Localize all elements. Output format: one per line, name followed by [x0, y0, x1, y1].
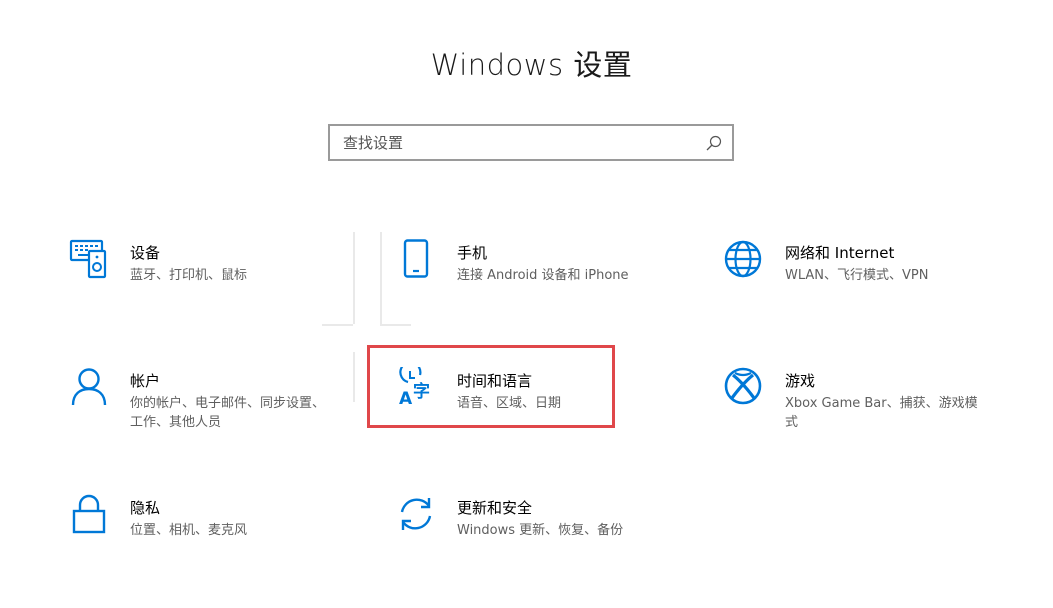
- tile-network-internet[interactable]: 网络和 Internet WLAN、飞行模式、VPN: [724, 239, 1024, 349]
- tile-title: 时间和语言: [457, 372, 533, 390]
- tile-update-security[interactable]: 更新和安全 Windows 更新、恢复、备份: [396, 494, 696, 604]
- tile-title: 设备: [130, 244, 161, 262]
- tile-time-language[interactable]: A 字 时间和语言 语音、区域、日期: [396, 367, 596, 477]
- person-icon: [69, 367, 111, 409]
- hover-divider: [353, 232, 355, 324]
- tile-description: Xbox Game Bar、捕获、游戏模式: [785, 396, 978, 430]
- devices-icon: [69, 239, 111, 281]
- phone-icon: [396, 239, 438, 281]
- tile-title: 更新和安全: [457, 499, 533, 517]
- page-title: Windows 设置: [430, 48, 633, 82]
- svg-text:A: A: [399, 389, 413, 409]
- tile-description: 语音、区域、日期: [457, 396, 562, 411]
- tile-privacy[interactable]: 隐私 位置、相机、麦克风: [69, 494, 329, 604]
- tile-title: 隐私: [130, 499, 161, 517]
- lock-icon: [69, 494, 111, 536]
- tile-phone[interactable]: 手机 连接 Android 设备和 iPhone: [396, 239, 696, 349]
- tile-devices[interactable]: 设备 蓝牙、打印机、鼠标: [69, 239, 329, 349]
- tile-accounts[interactable]: 帐户 你的帐户、电子邮件、同步设置、工作、其他人员: [69, 367, 329, 477]
- svg-text:字: 字: [413, 381, 430, 402]
- tile-title: 网络和 Internet: [785, 244, 895, 262]
- globe-icon: [724, 239, 766, 281]
- tile-title: 游戏: [785, 372, 816, 390]
- tile-description: 连接 Android 设备和 iPhone: [457, 268, 629, 283]
- tile-description: 你的帐户、电子邮件、同步设置、工作、其他人员: [130, 396, 326, 430]
- sync-icon: [396, 494, 438, 536]
- tile-description: 蓝牙、打印机、鼠标: [130, 268, 248, 283]
- tile-description: WLAN、飞行模式、VPN: [785, 268, 929, 283]
- time-language-icon: A 字: [396, 367, 438, 409]
- tile-description: 位置、相机、麦克风: [130, 523, 248, 538]
- tile-description: Windows 更新、恢复、备份: [457, 523, 624, 538]
- hover-divider: [380, 232, 382, 324]
- search-input[interactable]: [330, 126, 703, 159]
- search-box[interactable]: [328, 124, 734, 161]
- tile-gaming[interactable]: 游戏 Xbox Game Bar、捕获、游戏模式: [724, 367, 1004, 477]
- xbox-icon: [724, 367, 766, 409]
- search-icon[interactable]: [705, 134, 723, 152]
- hover-divider: [353, 352, 355, 402]
- tile-title: 帐户: [130, 372, 161, 390]
- tile-title: 手机: [457, 244, 488, 262]
